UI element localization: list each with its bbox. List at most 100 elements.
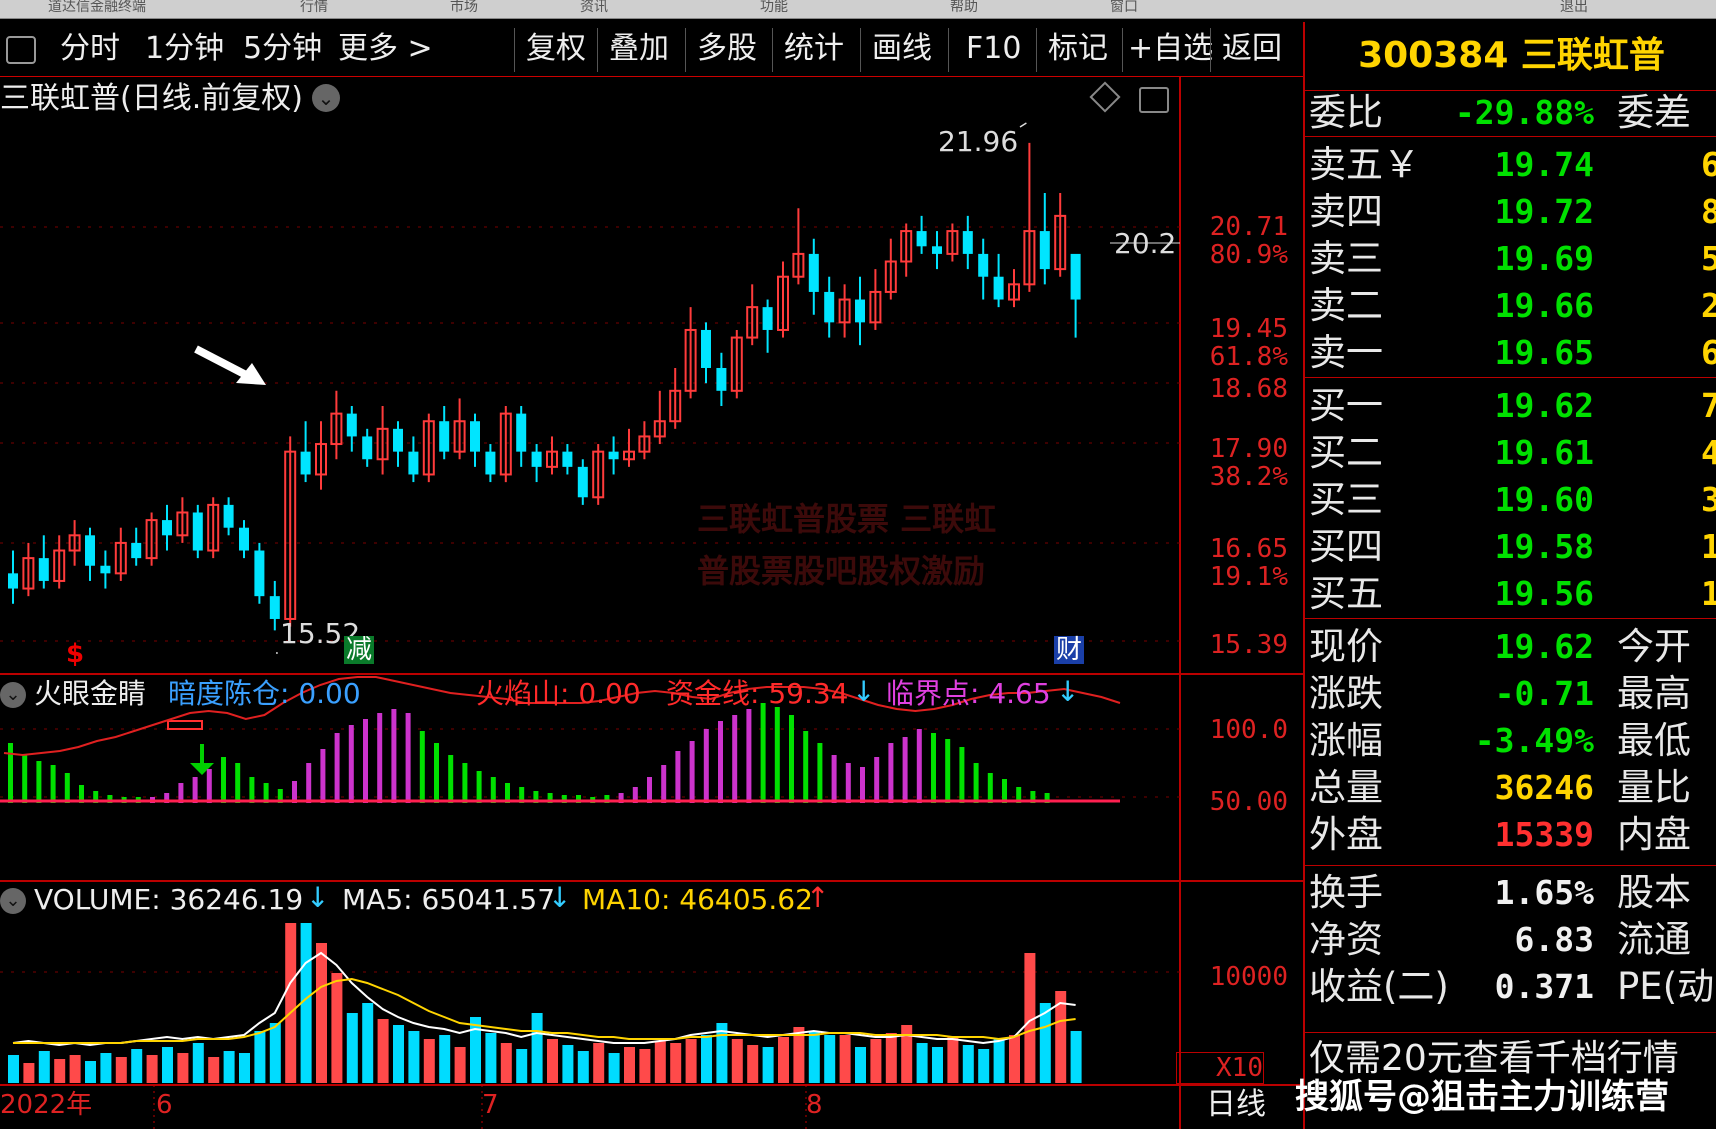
window-icon[interactable] <box>1139 87 1169 113</box>
top-strip-tab[interactable]: 道达信金融终端 <box>48 0 146 18</box>
sell-row[interactable]: 卖四 19.72 8 <box>1309 189 1716 235</box>
kline-chart[interactable] <box>0 77 1303 1129</box>
stat-row[interactable]: 涨跌 -0.71 最高 <box>1309 671 1716 717</box>
tab-more[interactable]: 更多 > <box>338 32 433 66</box>
stat2-row[interactable]: 收益(二) 0.371 PE(动) <box>1309 964 1716 1010</box>
volume-bar <box>1070 1031 1082 1083</box>
promo-link[interactable]: 仅需20元查看千档行情 <box>1309 1036 1716 1082</box>
reduce-marker[interactable]: 减 <box>344 636 375 664</box>
top-strip-tab[interactable]: 功能 <box>760 0 788 18</box>
chart-toolbar: 分时 1分钟 5分钟 更多 > 复权 叠加 多股 统计 画线 F10 标记 +自… <box>0 22 1303 77</box>
weibi-row: 委比 -29.88% 委差 <box>1309 90 1716 136</box>
volume-bar <box>346 1013 358 1083</box>
row-volume: 1 <box>1701 527 1716 566</box>
buy-row[interactable]: 买三 19.60 32 <box>1309 477 1716 523</box>
volume-bar <box>901 1025 913 1083</box>
candle-body <box>808 253 819 292</box>
huaxian-button[interactable]: 画线 <box>872 32 932 66</box>
biaoji-button[interactable]: 标记 <box>1048 32 1108 66</box>
sell-row[interactable]: 卖三 19.69 5 <box>1309 236 1716 282</box>
volume-bar <box>500 1043 512 1083</box>
tab-1min[interactable]: 1分钟 <box>145 32 224 66</box>
sell-row[interactable]: 卖二 19.66 2 <box>1309 283 1716 329</box>
volume-label: VOLUME: 36246.19 <box>34 883 304 916</box>
indicator-bar <box>959 747 965 803</box>
top-strip-tab[interactable]: 帮助 <box>950 0 978 18</box>
volume-bar <box>331 973 343 1083</box>
stat-row[interactable]: 外盘 15339 内盘 <box>1309 812 1716 858</box>
volume-bar <box>947 1037 959 1083</box>
toolbar-separator <box>514 28 515 72</box>
row-value: -3.49% <box>1474 721 1594 760</box>
buy-row[interactable]: 买二 19.61 4 <box>1309 430 1716 476</box>
stat-row[interactable]: 现价 19.62 今开 <box>1309 624 1716 670</box>
candle-body <box>223 504 234 528</box>
buy-row[interactable]: 买五 19.56 1 <box>1309 571 1716 617</box>
row-label: 净资 <box>1309 918 1383 961</box>
indicator-bar <box>931 733 936 803</box>
s-marker[interactable]: $ <box>66 641 84 667</box>
finance-marker[interactable]: 财 <box>1054 636 1085 664</box>
sell-row[interactable]: 卖一 19.65 6 <box>1309 330 1716 376</box>
panel-toggle-icon[interactable] <box>6 36 36 64</box>
indicator-bar <box>434 743 439 803</box>
candle-body <box>269 596 280 619</box>
indicator-collapse-icon[interactable]: ⌄ <box>0 682 26 708</box>
volume-bar <box>762 1047 774 1083</box>
volume-bar <box>269 1023 281 1083</box>
row-volume: 7 <box>1701 386 1716 425</box>
back-button[interactable]: 返回 <box>1222 32 1282 66</box>
tab-5min[interactable]: 5分钟 <box>243 32 322 66</box>
indicator-bar <box>405 713 411 803</box>
stat2-row[interactable]: 换手 1.65% 股本 <box>1309 870 1716 916</box>
stat-row[interactable]: 涨幅 -3.49% 最低 <box>1309 718 1716 764</box>
divider <box>1305 618 1716 619</box>
top-strip-tab[interactable]: 资讯 <box>580 0 608 18</box>
chart-title-dropdown-icon[interactable]: ⌄ <box>312 84 340 112</box>
volume-bar <box>393 1025 404 1083</box>
fuquan-button[interactable]: 复权 <box>526 32 586 66</box>
indicator-bar <box>831 755 837 803</box>
tongji-button[interactable]: 统计 <box>784 32 844 66</box>
period-label[interactable]: 日线 <box>1206 1090 1266 1120</box>
indicator-bar <box>916 729 922 803</box>
top-strip-tab[interactable]: 退出 <box>1560 0 1588 18</box>
price-axis-label: 18.68 <box>1209 374 1288 404</box>
row-value: 0.371 <box>1494 967 1594 1006</box>
row-value: -0.71 <box>1494 674 1594 713</box>
indicator-name: 火眼金睛 <box>34 677 147 710</box>
diejia-button[interactable]: 叠加 <box>609 32 669 66</box>
indicator-bar <box>221 757 226 803</box>
top-strip-tab[interactable]: 窗口 <box>1110 0 1138 18</box>
row-label-2: 最高 <box>1617 672 1691 715</box>
candle-body <box>470 421 480 452</box>
candle-body <box>162 520 172 536</box>
add-watchlist-button[interactable]: +自选 <box>1128 32 1213 66</box>
indicator-bar <box>803 731 809 803</box>
indicator-bar <box>249 777 255 803</box>
f10-button[interactable]: F10 <box>966 32 1021 66</box>
top-strip-tab[interactable]: 行情 <box>300 0 328 18</box>
stat-row[interactable]: 总量 36246 量比 <box>1309 765 1716 811</box>
stat2-row[interactable]: 净资 6.83 流通 <box>1309 917 1716 963</box>
indicator-bar <box>334 733 340 803</box>
volume-bar <box>870 1039 882 1083</box>
candle-body <box>131 542 142 559</box>
weibi-label: 委比 <box>1309 91 1383 134</box>
row-value: 19.65 <box>1494 333 1594 372</box>
candle-body <box>8 573 18 589</box>
annotation-arrow <box>194 345 252 381</box>
volume-collapse-icon[interactable]: ⌄ <box>0 888 26 914</box>
candle-body <box>393 428 403 452</box>
tab-fenshi[interactable]: 分时 <box>60 32 120 66</box>
row-label: 买三 <box>1309 478 1383 521</box>
date-label-month: 8 <box>806 1090 823 1120</box>
buy-row[interactable]: 买四 19.58 1 <box>1309 524 1716 570</box>
row-volume: 5 <box>1701 239 1716 278</box>
sell-row[interactable]: 卖五￥ 19.74 63 <box>1309 142 1716 188</box>
top-strip-tab[interactable]: 市场 <box>450 0 478 18</box>
buy-row[interactable]: 买一 19.62 7 <box>1309 383 1716 429</box>
volume-bar <box>146 1055 158 1083</box>
duogu-button[interactable]: 多股 <box>697 32 757 66</box>
row-value: 19.60 <box>1494 480 1594 519</box>
